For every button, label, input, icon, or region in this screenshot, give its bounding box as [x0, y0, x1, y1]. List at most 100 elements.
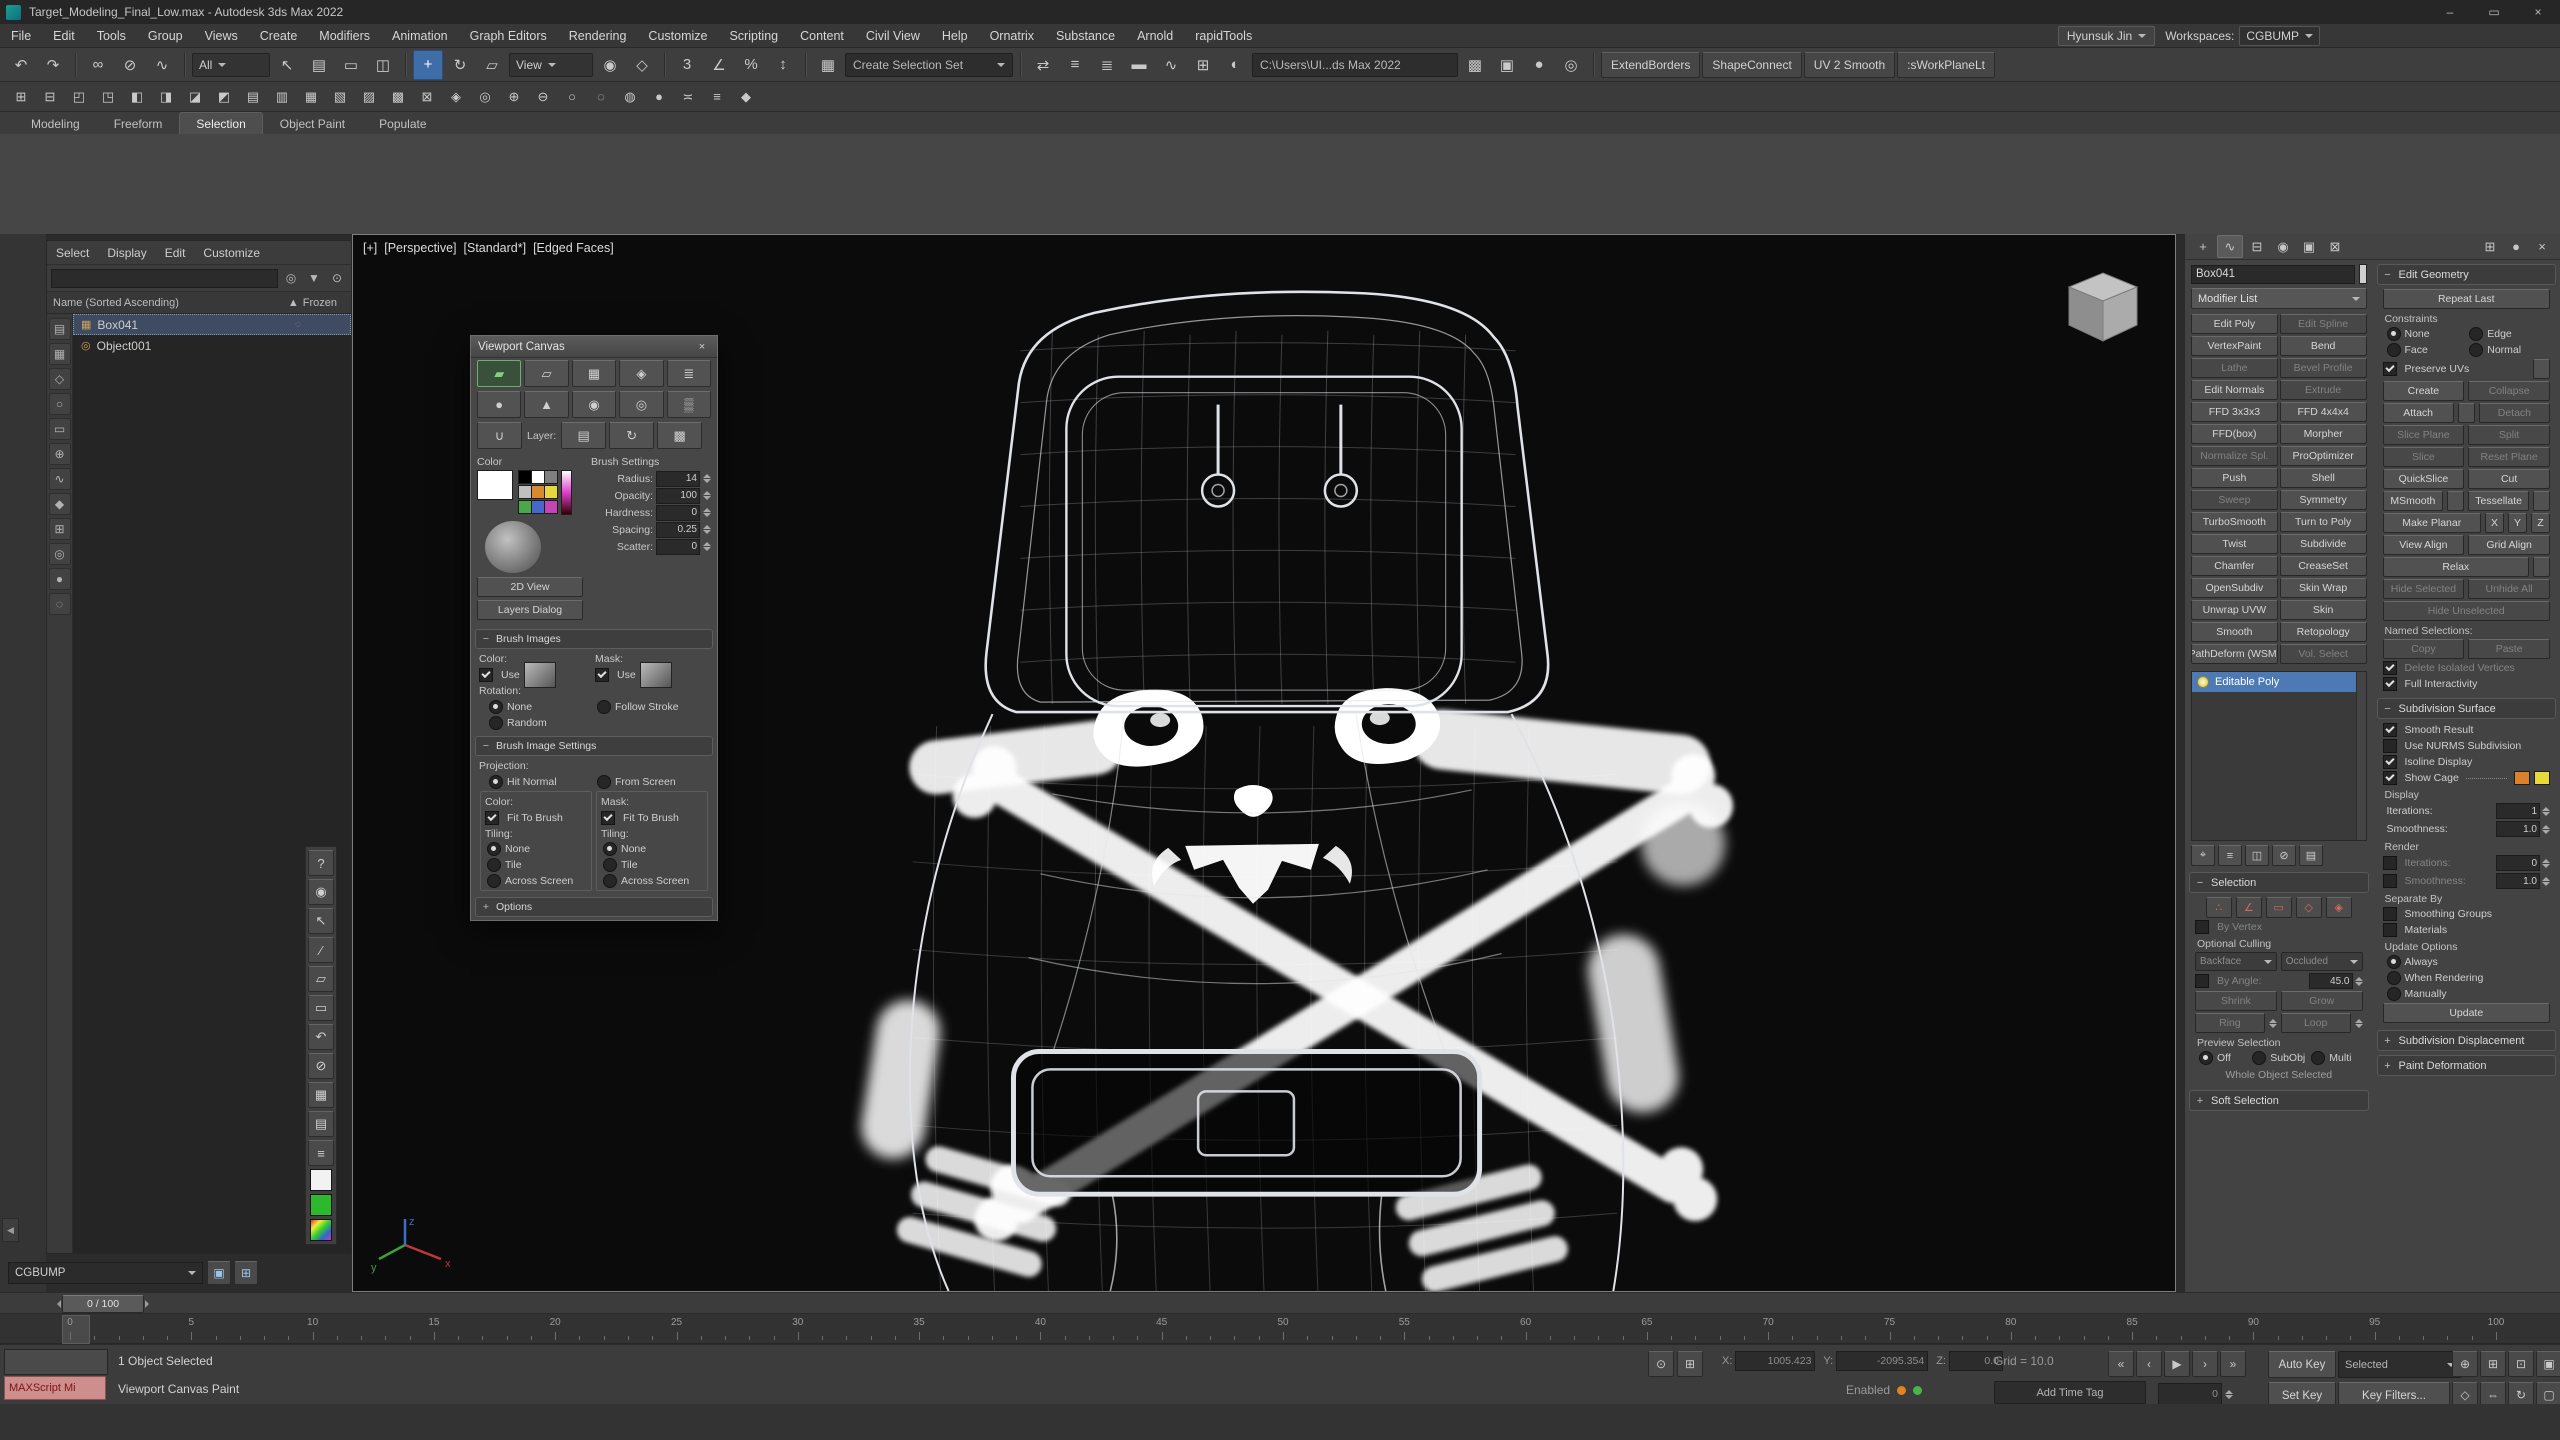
display-tab[interactable]: ▣ [2297, 236, 2321, 257]
list-item-object001[interactable]: ◎Object001 [73, 335, 351, 356]
cage-color-swatch-1[interactable] [2534, 771, 2550, 785]
modifier-button-ffd-box[interactable]: FFD(box) [2191, 424, 2278, 444]
button-layers-dialog[interactable]: Layers Dialog [477, 600, 583, 620]
button-relax[interactable]: Relax [2383, 557, 2530, 577]
settings-box-tessellate[interactable] [2533, 491, 2550, 511]
clone-stamp-tool[interactable]: ◈ [619, 360, 663, 387]
spinner-arrows[interactable] [703, 508, 711, 517]
radio-none[interactable] [603, 842, 617, 856]
object-name-field[interactable] [2191, 265, 2355, 284]
select-and-rotate-icon[interactable]: ↻ [445, 50, 475, 80]
fill-tool[interactable]: ● [477, 391, 521, 418]
value-field[interactable] [2496, 803, 2540, 819]
utilities-tab[interactable]: ⊠ [2323, 236, 2347, 257]
settings-box-attach[interactable] [2458, 403, 2475, 423]
adjust-loop-icon[interactable]: ▥ [269, 84, 295, 110]
button-slice-plane[interactable]: Slice Plane [2383, 425, 2465, 445]
viewport-label-segment[interactable]: [Edged Faces] [533, 241, 614, 255]
modifier-button-ffd-4x4x4[interactable]: FFD 4x4x4 [2280, 402, 2367, 422]
button-reset-plane[interactable]: Reset Plane [2468, 447, 2550, 467]
list-item-box041[interactable]: ▦Box041◌ [73, 314, 351, 335]
show-end-result-icon[interactable]: ≡ [2218, 845, 2242, 866]
radio-none[interactable] [2387, 327, 2401, 341]
menu-substance[interactable]: Substance [1045, 24, 1126, 48]
render-setup-icon[interactable]: ▩ [1460, 50, 1490, 80]
button-make-planar-x[interactable]: X [2485, 513, 2504, 533]
menu-graph-editors[interactable]: Graph Editors [459, 24, 558, 48]
modifier-button-edit-normals[interactable]: Edit Normals [2191, 380, 2278, 400]
rollout-header-subdivision-surface[interactable]: −Subdivision Surface [2377, 698, 2557, 719]
stack-item-editable-poly[interactable]: Editable Poly [2192, 672, 2366, 692]
insert-loop-icon[interactable]: ⊟ [37, 84, 63, 110]
select-and-manipulate-icon[interactable]: ◇ [627, 50, 657, 80]
swift-loop-icon[interactable]: ⊞ [8, 84, 34, 110]
dropdown-occluded[interactable]: Occluded [2281, 952, 2363, 971]
modifier-button-chamfer[interactable]: Chamfer [2191, 556, 2278, 576]
radio-edge[interactable] [2469, 327, 2483, 341]
button-make-planar[interactable]: Make Planar [2383, 513, 2482, 533]
modifier-on-off-icon[interactable] [2197, 676, 2209, 688]
object-color-swatch[interactable] [2359, 264, 2367, 284]
rollout-header-brush-image-settings[interactable]: −Brush Image Settings [475, 736, 713, 756]
border-subobject-icon[interactable]: ▭ [2266, 897, 2292, 918]
modifier-button-extrude[interactable]: Extrude [2280, 380, 2367, 400]
button-repeat-last[interactable]: Repeat Last [2383, 289, 2551, 309]
menu-civil-view[interactable]: Civil View [855, 24, 931, 48]
selection-lock-icon[interactable]: ⊙ [1648, 1351, 1674, 1377]
delete-stroke-icon[interactable]: ⊘ [308, 1053, 334, 1079]
scene-explorer-search-input[interactable] [51, 269, 278, 288]
workspace-combo-field[interactable]: CGBUMP [8, 1262, 203, 1284]
palette-swatch[interactable] [531, 470, 545, 484]
radio-manually[interactable] [2387, 987, 2401, 1001]
modifier-button-unwrap-uvw[interactable]: Unwrap UVW [2191, 600, 2278, 620]
value-field[interactable] [2496, 821, 2540, 837]
radio-subobj[interactable] [2252, 1051, 2266, 1065]
palette-swatch[interactable] [518, 470, 532, 484]
play-icon[interactable]: ▶ [2164, 1351, 2190, 1377]
rollout-header-soft-selection[interactable]: +Soft Selection [2189, 1090, 2369, 1111]
sort-by-layer-icon[interactable]: ▤ [49, 318, 71, 340]
button-cut[interactable]: Cut [2468, 469, 2550, 489]
spinner-radius-field[interactable] [656, 471, 700, 487]
shape-connect-button[interactable]: ShapeConnect [1702, 52, 1801, 78]
edit-named-selection-sets-icon[interactable]: ▦ [813, 50, 843, 80]
radio-always[interactable] [2387, 955, 2401, 969]
ring-select-icon[interactable]: ◌ [588, 84, 614, 110]
grow-selection-icon[interactable]: ⊕ [501, 84, 527, 110]
checkbox-show-cage[interactable] [2383, 771, 2397, 785]
rectangular-selection-region-icon[interactable]: ▭ [336, 50, 366, 80]
spinner-hardness-field[interactable] [656, 505, 700, 521]
frame-spinner[interactable] [2225, 1390, 2233, 1399]
select-by-name-icon[interactable]: ▤ [304, 50, 334, 80]
green-swatch[interactable] [310, 1194, 332, 1216]
button-detach[interactable]: Detach [2479, 403, 2550, 423]
gradient-tool[interactable]: ◉ [572, 391, 616, 418]
checkbox-smoothing-groups[interactable] [2383, 907, 2397, 921]
reference-coordinate-dropdown[interactable]: View [509, 53, 593, 77]
mirror-poly-icon[interactable]: ▧ [327, 84, 353, 110]
frame-forward-arrow[interactable] [145, 1300, 153, 1308]
button-split[interactable]: Split [2468, 425, 2550, 445]
modifier-button-sweep[interactable]: Sweep [2191, 490, 2278, 510]
rendered-frame-window-icon[interactable]: ▣ [1492, 50, 1522, 80]
radio-none[interactable] [489, 700, 503, 714]
quad-chamfer-icon[interactable]: ◪ [182, 84, 208, 110]
scene-explorer-header[interactable]: Name (Sorted Ascending) ▲ Frozen [47, 292, 351, 314]
checkbox-delete-isolated-vertices[interactable] [2383, 661, 2397, 675]
modifier-button-bend[interactable]: Bend [2280, 336, 2367, 356]
loop-select-icon[interactable]: ○ [559, 84, 585, 110]
list-icon[interactable]: ≡ [308, 1140, 334, 1166]
redo-icon[interactable]: ↷ [38, 50, 68, 80]
radio-across-screen[interactable] [487, 874, 501, 888]
schematic-view-icon[interactable]: ⊞ [1188, 50, 1218, 80]
undo-icon[interactable]: ↶ [6, 50, 36, 80]
stack-scrollbar[interactable] [2356, 672, 2366, 840]
modifier-button-edit-spline[interactable]: Edit Spline [2280, 314, 2367, 334]
select-link-icon[interactable]: ∞ [83, 50, 113, 80]
palette-swatch[interactable] [544, 485, 558, 499]
modifier-button-twist[interactable]: Twist [2191, 534, 2278, 554]
viewport-label-segment[interactable]: [Perspective] [384, 241, 456, 255]
time-slider-handle[interactable]: 0 / 100 [62, 1295, 144, 1313]
workspace-save-icon[interactable]: ▣ [207, 1261, 231, 1285]
sworkplane-button[interactable]: :sWorkPlaneLt [1897, 52, 1995, 78]
